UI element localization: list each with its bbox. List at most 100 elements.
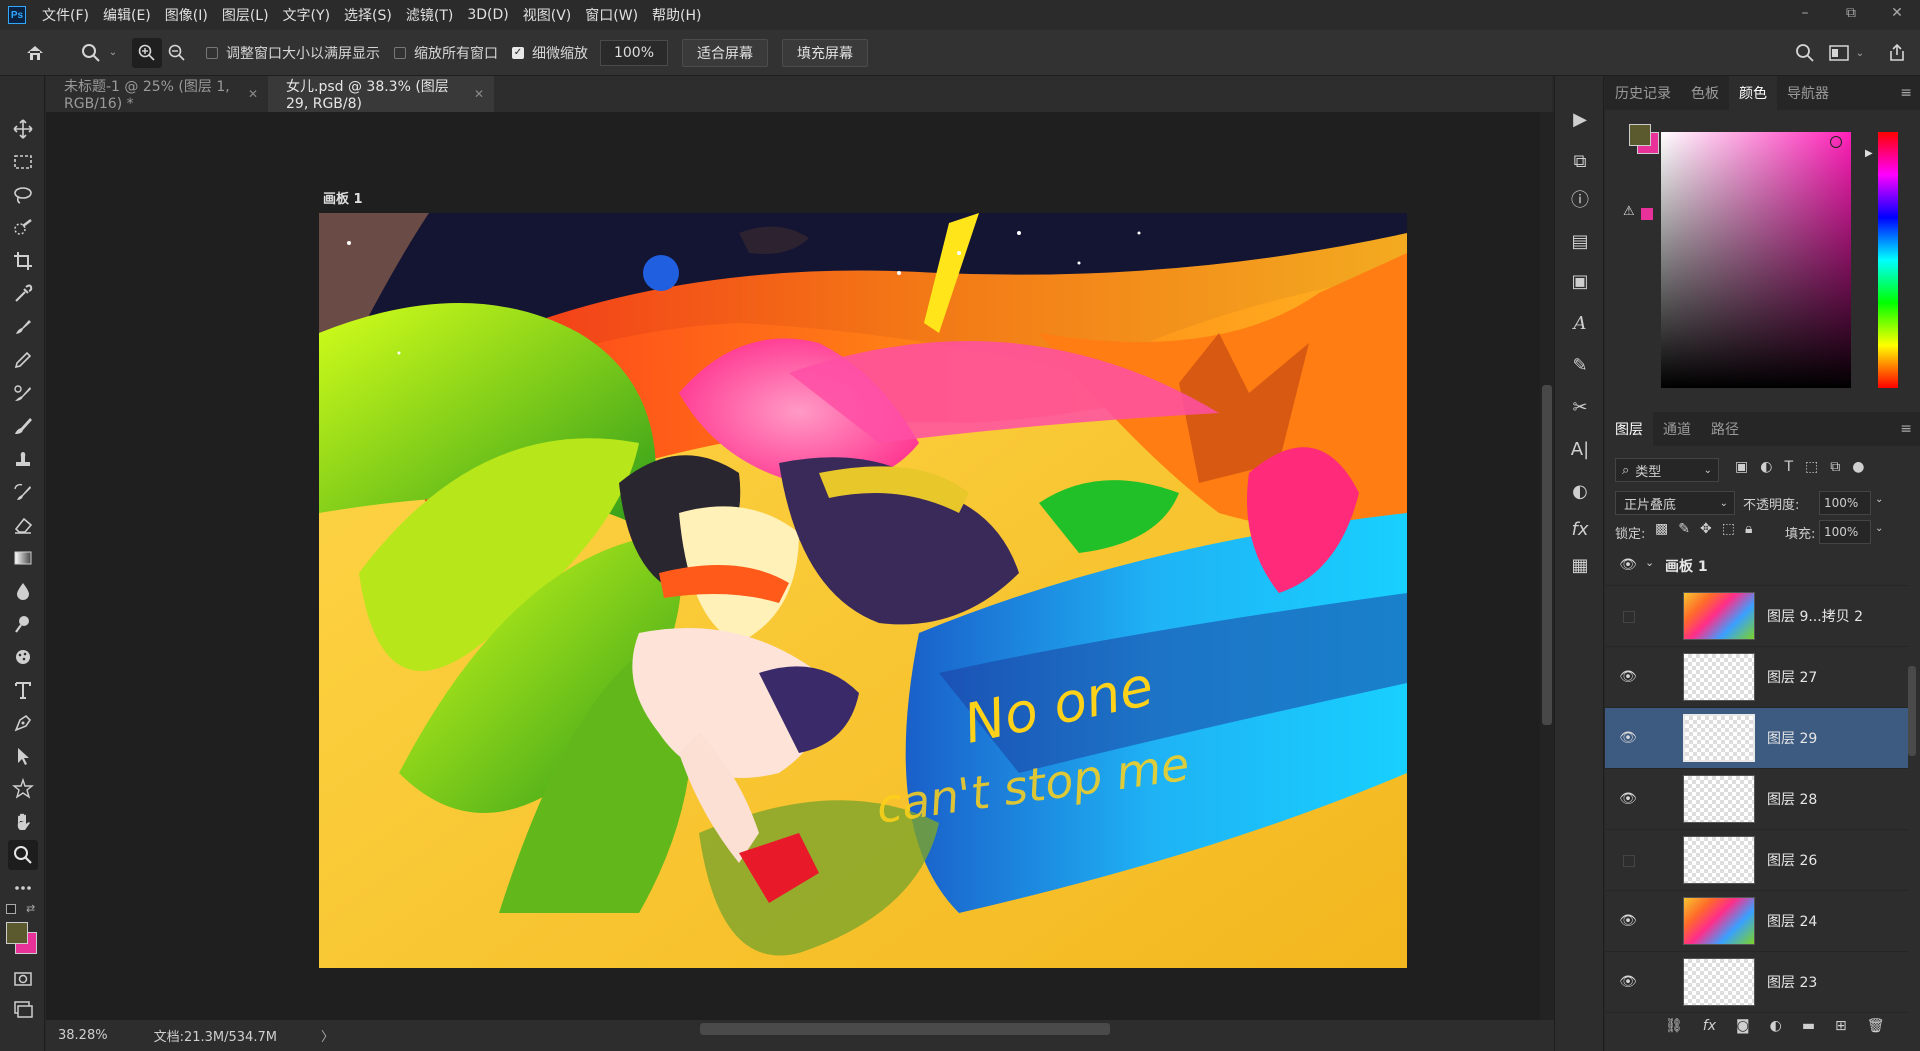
smart-object-filter-icon[interactable]: ⧉ [1830, 459, 1840, 475]
gamut-color-chip[interactable] [1641, 208, 1653, 220]
filter-toggle-icon[interactable]: ● [1852, 459, 1864, 475]
pencil-tool-icon[interactable] [8, 345, 38, 375]
layers-scroll-thumb[interactable] [1908, 666, 1916, 756]
fill-screen-button[interactable]: 填充屏幕 [782, 38, 868, 67]
play-actions-icon[interactable]: ▶ [1567, 106, 1593, 132]
chevron-down-icon[interactable]: ⌄ [1875, 523, 1883, 534]
scrubby-zoom-checkbox[interactable]: ✓ 细微缩放 [512, 43, 588, 63]
blur-tool-icon[interactable] [8, 576, 38, 606]
close-button[interactable]: ✕ [1874, 0, 1920, 26]
home-icon[interactable] [20, 38, 50, 68]
tab-navigator[interactable]: 导航器 [1777, 76, 1839, 110]
styles-fx-icon[interactable]: fx [1567, 516, 1593, 542]
3d-panel-icon[interactable]: ⧉ [1567, 148, 1593, 174]
tab-untitled-1[interactable]: 未标题-1 @ 25% (图层 1, RGB/16) * ✕ [46, 76, 268, 112]
vertical-scroll-thumb[interactable] [1542, 385, 1552, 725]
swap-colors-icon[interactable]: ⇄ [26, 902, 35, 915]
menu-file[interactable]: 文件(F) [38, 5, 99, 25]
screen-mode-icon[interactable] [8, 994, 38, 1024]
hue-slider-arrow[interactable]: ▶ [1865, 148, 1873, 159]
tool-presets-icon[interactable]: ✂ [1567, 394, 1593, 420]
eye-icon[interactable]: 👁︎ [1618, 973, 1638, 991]
quick-selection-tool-icon[interactable] [8, 213, 38, 243]
properties-icon[interactable]: ▣ [1567, 268, 1593, 294]
crop-tool-icon[interactable] [8, 246, 38, 276]
adjustments-icon[interactable]: ◐ [1567, 478, 1593, 504]
menu-image[interactable]: 图像(I) [161, 5, 218, 25]
foreground-color-swatch[interactable] [6, 922, 28, 944]
glyphs-icon[interactable]: A [1567, 310, 1593, 336]
color-field[interactable] [1661, 132, 1851, 388]
new-layer-icon[interactable]: ⊞ [1835, 1018, 1847, 1034]
tab-paths[interactable]: 路径 [1701, 412, 1749, 446]
menu-type[interactable]: 文字(Y) [279, 5, 340, 25]
layer-row[interactable]: 图层 9...拷贝 2 [1605, 586, 1908, 647]
layer-row[interactable]: 👁︎ 图层 24 [1605, 891, 1908, 952]
new-adjustment-icon[interactable]: ◐ [1770, 1018, 1782, 1034]
dodge-tool-icon[interactable] [8, 609, 38, 639]
chevron-down-icon[interactable]: ⌄ [1852, 38, 1868, 68]
type-filter-icon[interactable]: T [1784, 459, 1793, 475]
clone-brush-tool-icon[interactable] [8, 378, 38, 408]
tab-daughter-psd[interactable]: 女儿.psd @ 38.3% (图层 29, RGB/8) ✕ [268, 76, 494, 112]
eyedropper-tool-icon[interactable] [8, 279, 38, 309]
zoom-tool-icon[interactable] [8, 840, 38, 870]
chevron-down-icon[interactable]: ⌄ [1645, 556, 1654, 569]
menu-layer[interactable]: 图层(L) [218, 5, 279, 25]
zoom-all-checkbox[interactable]: 缩放所有窗口 [394, 43, 498, 63]
foreground-color-chip[interactable] [1629, 124, 1651, 146]
link-layers-icon[interactable]: ⛓︎ [1665, 1018, 1683, 1034]
character-icon[interactable]: A| [1567, 436, 1593, 462]
minimize-button[interactable]: – [1782, 0, 1828, 26]
gradient-tool-icon[interactable] [8, 543, 38, 573]
tab-history[interactable]: 历史记录 [1605, 76, 1681, 110]
menu-view[interactable]: 视图(V) [519, 5, 582, 25]
pen-tool-icon[interactable] [8, 708, 38, 738]
more-tools-icon[interactable] [8, 873, 38, 903]
stamp-tool-icon[interactable] [8, 444, 38, 474]
move-tool-icon[interactable] [8, 114, 38, 144]
panel-menu-icon[interactable]: ≡ [1900, 421, 1912, 437]
workspace-icon[interactable] [1824, 38, 1854, 68]
menu-window[interactable]: 窗口(W) [581, 5, 648, 25]
brush-tool-icon[interactable] [8, 411, 38, 441]
healing-brush-tool-icon[interactable] [8, 312, 38, 342]
delete-layer-icon[interactable]: 🗑︎ [1867, 1018, 1885, 1034]
history-brush-tool-icon[interactable] [8, 477, 38, 507]
gamut-warning-icon[interactable]: ⚠ [1623, 204, 1635, 219]
lasso-tool-icon[interactable] [8, 180, 38, 210]
layer-filter-select[interactable]: ⌕ 类型 ⌄ [1615, 458, 1719, 482]
eye-icon[interactable]: 👁︎ [1618, 668, 1638, 686]
horizontal-scroll-thumb[interactable] [700, 1023, 1110, 1035]
quick-mask-icon[interactable] [8, 964, 38, 994]
lock-pixels-icon[interactable]: ✎ [1678, 521, 1690, 537]
layer-row[interactable]: 👁︎ 图层 28 [1605, 769, 1908, 830]
lock-artboard-icon[interactable]: ⬚ [1722, 521, 1735, 537]
info-icon[interactable]: ⓘ [1567, 186, 1593, 212]
libraries-icon[interactable]: ▦ [1567, 552, 1593, 578]
visibility-off-box[interactable] [1623, 855, 1635, 867]
chevron-down-icon[interactable]: ⌄ [106, 38, 120, 68]
menu-filter[interactable]: 滤镜(T) [402, 5, 463, 25]
menu-3d[interactable]: 3D(D) [463, 7, 518, 23]
brush-settings-icon[interactable]: ✎ [1567, 352, 1593, 378]
checkbox-box[interactable] [394, 46, 406, 59]
menu-help[interactable]: 帮助(H) [648, 5, 711, 25]
zoom-value-field[interactable]: 100% [600, 39, 668, 66]
menu-edit[interactable]: 编辑(E) [99, 5, 161, 25]
tab-swatches[interactable]: 色板 [1681, 76, 1729, 110]
eye-icon[interactable]: 👁︎ [1618, 790, 1638, 808]
blend-mode-select[interactable]: 正片叠底 ⌄ [1615, 491, 1735, 515]
default-colors-icon[interactable] [6, 904, 16, 914]
zoom-readout[interactable]: 38.28% [58, 1028, 108, 1043]
lock-all-icon[interactable]: 🔒︎ [1745, 521, 1752, 537]
close-icon[interactable]: ✕ [474, 87, 484, 101]
canvas-area[interactable]: 画板 1 No one can't stop me [46, 112, 1540, 1020]
hue-slider[interactable] [1878, 132, 1898, 388]
status-menu-arrow[interactable]: 〉 [321, 1026, 334, 1045]
zoom-in-icon[interactable] [132, 37, 162, 68]
eraser-tool-icon[interactable] [8, 510, 38, 540]
path-selection-tool-icon[interactable] [8, 741, 38, 771]
eye-icon[interactable]: 👁︎ [1618, 556, 1638, 574]
shape-filter-icon[interactable]: ⬚ [1805, 459, 1818, 475]
